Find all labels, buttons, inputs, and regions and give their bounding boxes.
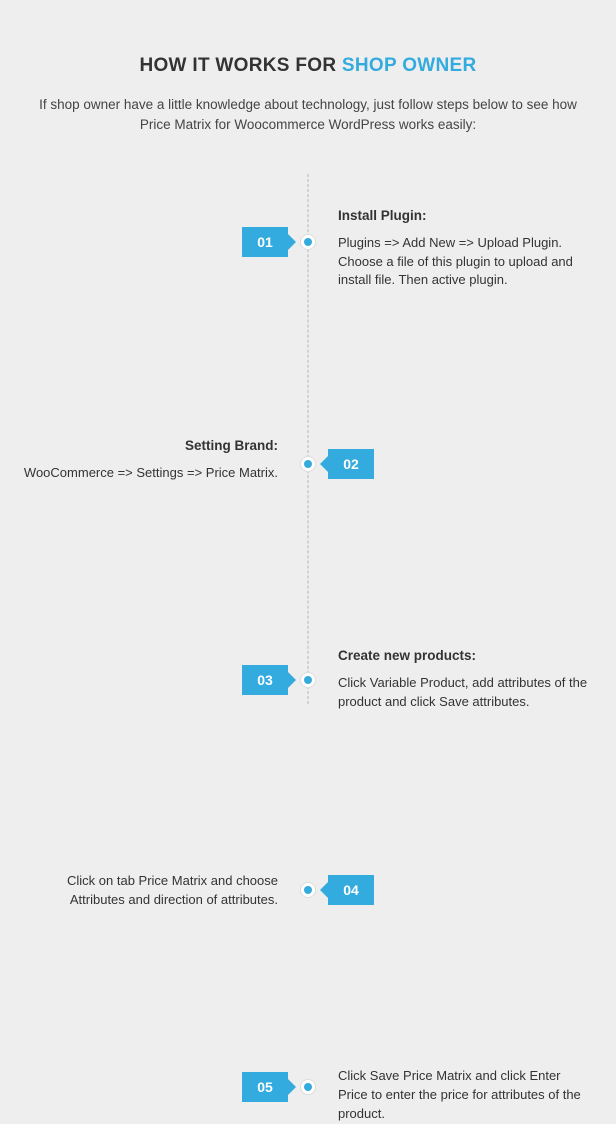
step-heading: Install Plugin: [338,206,593,226]
title-accent: SHOP OWNER [342,55,477,76]
page-title: HOW IT WORKS FOR SHOP OWNER [20,55,596,77]
step-body: Click on tab Price Matrix and choose Att… [23,872,278,910]
step-badge: 01 [242,227,288,257]
step-text: Click on tab Price Matrix and choose Att… [23,872,278,910]
step-badge: 02 [328,449,374,479]
step-03: 03 Create new products: Click Variable P… [20,398,596,486]
step-05: 05 Click Save Price Matrix and click Ent… [20,622,596,710]
timeline-dot [304,886,312,894]
step-04: 04 Click on tab Price Matrix and choose … [20,510,596,598]
step-text: Click Save Price Matrix and click Enter … [338,1067,593,1124]
timeline-dot [304,1083,312,1091]
step-badge: 04 [328,875,374,905]
page-container: HOW IT WORKS FOR SHOP OWNER If shop owne… [0,0,616,744]
step-body: Click Save Price Matrix and click Enter … [338,1067,593,1124]
timeline-dot [304,238,312,246]
timeline-dot [304,676,312,684]
timeline-dot [304,460,312,468]
step-number: 03 [257,672,273,688]
step-number: 02 [343,456,359,472]
step-number: 04 [343,882,359,898]
step-body: Plugins => Add New => Upload Plugin. Cho… [338,234,593,291]
step-number: 01 [257,234,273,250]
step-01: 01 Install Plugin: Plugins => Add New =>… [20,174,596,262]
title-prefix: HOW IT WORKS FOR [139,55,341,76]
step-number: 05 [257,1079,273,1095]
step-badge: 03 [242,665,288,695]
step-text: Install Plugin: Plugins => Add New => Up… [338,206,593,290]
step-badge: 05 [242,1072,288,1102]
page-subtitle: If shop owner have a little knowledge ab… [30,95,586,134]
step-02: 02 Setting Brand: WooCommerce => Setting… [20,286,596,374]
timeline: 01 Install Plugin: Plugins => Add New =>… [20,174,596,704]
